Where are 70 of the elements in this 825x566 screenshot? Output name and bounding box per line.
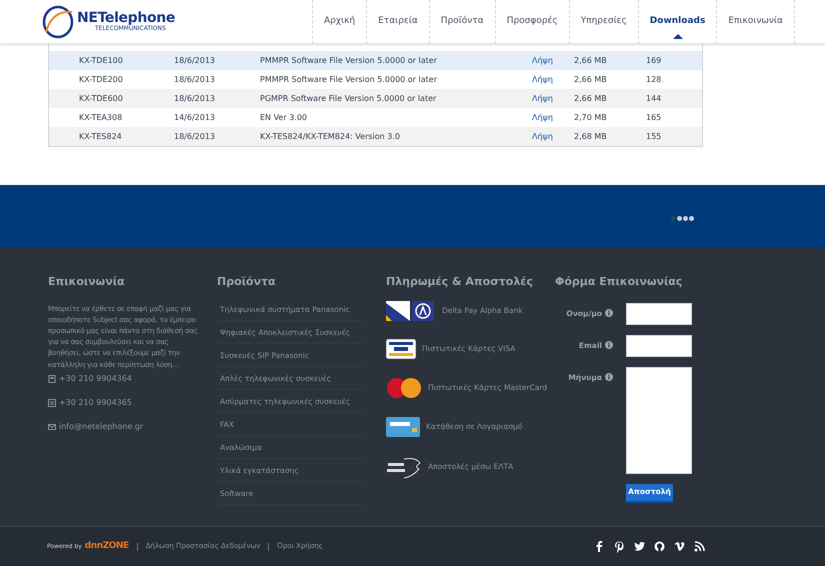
visa-card-icon (386, 338, 416, 358)
nav-tab[interactable]: Προσφορές (494, 0, 569, 44)
table-cell-text: 18/6/2013 (174, 130, 216, 142)
footer-heading: Προϊόντα (217, 274, 277, 290)
table-cell-text: 18/6/2013 (174, 92, 216, 104)
brand-logo: dnnZONE (84, 540, 129, 553)
footer-heading: Πληρωμές & Αποστολές (386, 274, 534, 290)
table-cell-text: 169 (646, 54, 662, 66)
table-cell-text: 128 (646, 74, 662, 86)
bank-card-icon (386, 416, 420, 436)
caret-icon (672, 34, 683, 38)
download-link[interactable]: Λήψη (532, 112, 574, 124)
facebook-icon[interactable] (594, 540, 605, 552)
table-row[interactable]: KX-TES824 18/6/2013 KX-TES824/KX-TEM824: Version 3.0 Λήψη 2,68 MB 155 (49, 127, 702, 146)
mastercard-icon (386, 376, 422, 398)
footer-heading: Φόρμα Επικοινωνίας (555, 274, 684, 290)
nav-tab[interactable]: Downloads (638, 0, 716, 44)
table-cell-text: 155 (646, 130, 662, 142)
nav-tab[interactable]: Εταιρεία (366, 0, 429, 44)
table-cell-text: 18/6/2013 (174, 54, 216, 66)
envelope-icon (48, 422, 56, 431)
github-icon[interactable] (654, 540, 665, 552)
table-cell-text: 2,66 MB (574, 92, 608, 104)
table-cell-text: KX-TEA308 (78, 112, 124, 124)
table-cell-text: 18/6/2013 (174, 74, 216, 86)
download-link[interactable]: Λήψη (532, 54, 574, 66)
table-cell-text: PGMPR Software File Version 5.0000 or later (260, 92, 438, 104)
message-field[interactable] (626, 366, 692, 474)
table-cell-text: KX-TES824/KX-TEM824: Version 3.0 (260, 130, 401, 142)
nav-tab[interactable]: Επικοινωνία (716, 0, 795, 44)
phone-icon (48, 374, 56, 383)
fax-icon (48, 398, 56, 407)
contact-info: info@netelephone.gr (59, 420, 144, 433)
info-icon (605, 341, 613, 350)
input-field[interactable] (626, 302, 692, 324)
table-row[interactable]: KX-TDE100 18/6/2013 PMMPR Software File Version 5.0000 or later Λήψη 2,66 MB 169 (49, 51, 702, 70)
bird-icon[interactable] (634, 540, 645, 552)
info-icon (605, 309, 613, 318)
download-link[interactable]: Λήψη (532, 130, 574, 142)
table-cell-text: 14/6/2013 (174, 112, 216, 124)
contact-info: +30 210 9904364 (59, 372, 132, 385)
table-cell-text: 2,66 MB (574, 54, 608, 66)
table-cell-text: 2,70 MB (574, 112, 608, 124)
table-cell-text: KX-TDE100 (78, 54, 124, 66)
table-cell-text: 165 (646, 112, 662, 124)
nav-tab[interactable]: Αρχική (312, 0, 366, 44)
nav-tab[interactable]: Υπηρεσίες (568, 0, 638, 44)
info-icon (605, 373, 613, 382)
rss-icon[interactable] (694, 540, 705, 552)
logo-icon (42, 4, 76, 40)
table-cell-text: PMMPR Software File Version 5.0000 or later (260, 74, 438, 86)
table-cell-text: 144 (646, 92, 662, 104)
logo-name: NETelephone (77, 11, 175, 25)
table-cell-text: 2,66 MB (574, 74, 608, 86)
download-link[interactable]: Λήψη (532, 74, 574, 86)
table-cell-text: KX-TDE200 (78, 74, 124, 86)
table-cell-text: KX-TDE600 (78, 92, 124, 104)
table-cell-text: 2,68 MB (574, 130, 608, 142)
table-row[interactable]: KX-TDE600 18/6/2013 PGMPR Software File Version 5.0000 or later Λήψη 2,66 MB 144 (49, 89, 702, 108)
table-cell-text: KX-TES824 (78, 130, 123, 142)
pinterest-icon[interactable] (614, 540, 625, 552)
input-field[interactable] (626, 334, 692, 356)
contact-info: +30 210 9904365 (59, 396, 132, 409)
nav-tab[interactable]: Προϊόντα (428, 0, 495, 44)
footer-heading: Επικοινωνία (48, 274, 126, 290)
delta-alpha-logo-icon (386, 300, 436, 320)
download-link[interactable]: Λήψη (532, 92, 574, 104)
table-cell-text: EN Ver 3.00 (260, 112, 308, 124)
vimeo-icon[interactable] (674, 540, 685, 552)
table-cell-text: PMMPR Software File Version 5.0000 or later (260, 54, 438, 66)
